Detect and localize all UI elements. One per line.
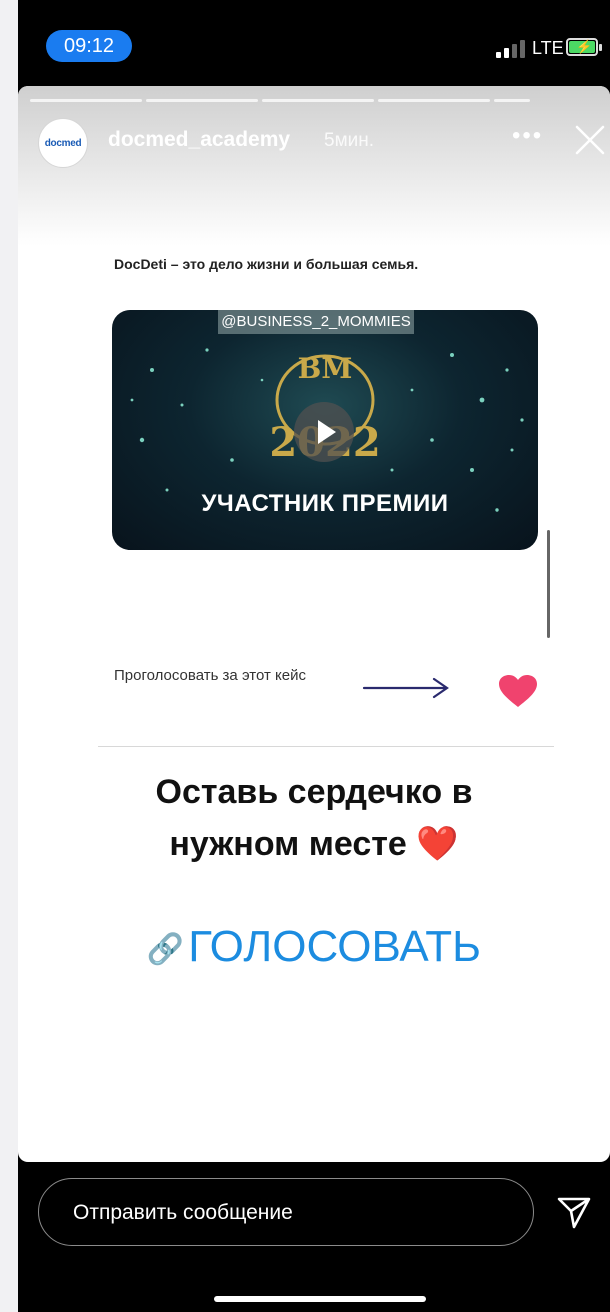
home-indicator[interactable] [214, 1296, 426, 1302]
send-icon[interactable] [556, 1194, 592, 1230]
battery-cap [599, 44, 602, 51]
vote-text: Проголосовать за этот кейс [114, 667, 306, 684]
status-time[interactable]: 09:12 [46, 30, 132, 62]
signal-icon [496, 40, 530, 58]
scrollbar[interactable] [547, 530, 550, 638]
cta-text: Оставь сердечко в нужном месте ❤️ [18, 766, 610, 870]
video-preview[interactable]: BM 2022 @BUSINESS_2_MOMMIES УЧАСТНИК ПРЕ… [112, 310, 538, 550]
progress-segment [494, 99, 530, 102]
phone-screen: 09:12 LTE ⚡ docmed docmed_academy 5мин. … [18, 0, 610, 1312]
close-icon[interactable] [574, 124, 606, 156]
story-header-gradient [18, 86, 610, 246]
message-input[interactable] [71, 1179, 515, 1247]
divider [98, 746, 554, 747]
play-icon[interactable] [294, 402, 354, 462]
story-username[interactable]: docmed_academy [108, 128, 290, 152]
progress-segment [378, 99, 490, 102]
svg-text:BM: BM [298, 352, 353, 385]
heart-icon[interactable] [498, 674, 538, 708]
avatar[interactable]: docmed [38, 118, 88, 168]
status-bar: 09:12 LTE ⚡ [18, 0, 610, 86]
story-card[interactable]: docmed docmed_academy 5мин. ••• DocDeti … [18, 86, 610, 1162]
progress-segment [262, 99, 374, 102]
cta-line-2: нужном месте ❤️ [169, 825, 459, 863]
vote-link[interactable]: 🔗ГОЛОСОВАТЬ [18, 922, 610, 972]
progress-segment [146, 99, 258, 102]
story-time: 5мин. [324, 130, 375, 151]
more-icon[interactable]: ••• [512, 122, 543, 150]
intro-text: DocDeti – это дело жизни и большая семья… [114, 256, 419, 272]
link-icon: 🔗 [146, 932, 185, 966]
video-tag: @BUSINESS_2_MOMMIES [218, 310, 414, 334]
video-caption: УЧАСТНИК ПРЕМИИ [201, 490, 449, 517]
battery-icon: ⚡ [566, 38, 598, 56]
message-field[interactable] [38, 1178, 534, 1247]
cta-line-1: Оставь сердечко в [155, 773, 473, 811]
avatar-logo-text: docmed [44, 137, 82, 149]
story-progress [30, 99, 530, 102]
network-label: LTE [532, 38, 564, 58]
progress-segment [30, 99, 142, 102]
vote-link-label: ГОЛОСОВАТЬ [188, 922, 482, 971]
arrow-right-icon [362, 677, 449, 699]
